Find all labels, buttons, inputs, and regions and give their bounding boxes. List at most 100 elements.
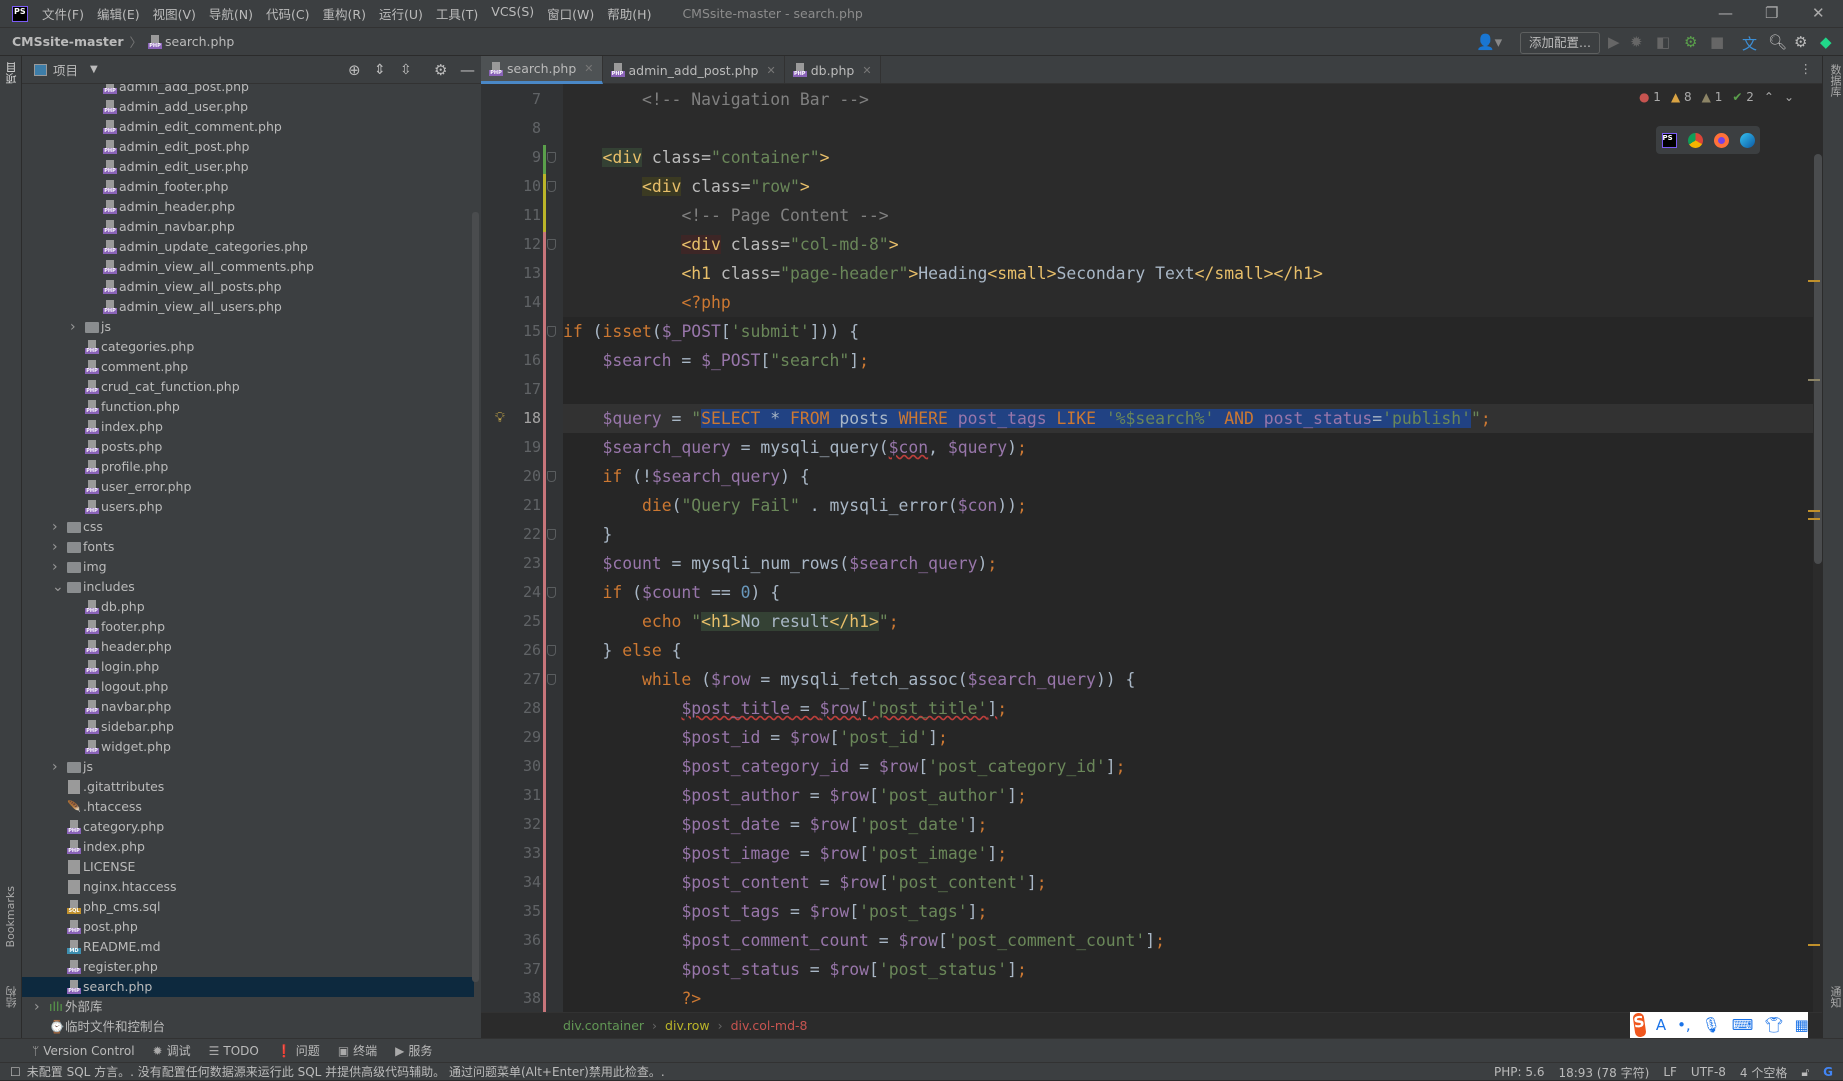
- warning-stripe-marker[interactable]: [1808, 379, 1820, 381]
- code-with-me-icon[interactable]: ◆: [1820, 33, 1832, 51]
- project-view-title[interactable]: 项目: [53, 60, 78, 79]
- tree-file[interactable]: php_cms.sql: [22, 897, 474, 917]
- tree-file[interactable]: search.php: [22, 977, 474, 997]
- tree-file[interactable]: login.php: [22, 657, 474, 677]
- tree-file[interactable]: navbar.php: [22, 697, 474, 717]
- tree-file[interactable]: admin_update_categories.php: [22, 237, 474, 257]
- fold-marker-icon[interactable]: [547, 587, 556, 598]
- tree-file[interactable]: LICENSE: [22, 857, 474, 877]
- tree-folder[interactable]: › css: [22, 517, 474, 537]
- user-account-icon[interactable]: 👤▾: [1476, 33, 1502, 51]
- status-panel-icon[interactable]: ☐: [10, 1065, 21, 1079]
- tree-folder[interactable]: › fonts: [22, 537, 474, 557]
- chevron-down-icon[interactable]: ⌄: [52, 577, 64, 597]
- tree-file[interactable]: function.php: [22, 397, 474, 417]
- minimize-button[interactable]: —: [1718, 4, 1733, 22]
- project-scrollbar[interactable]: [472, 212, 479, 982]
- tree-file[interactable]: posts.php: [22, 437, 474, 457]
- chevron-down-icon[interactable]: ▼: [90, 64, 98, 75]
- warning-stripe-marker[interactable]: [1808, 518, 1820, 520]
- close-tab-icon[interactable]: ✕: [766, 64, 775, 77]
- tree-file[interactable]: ⌚ 临时文件和控制台: [22, 1017, 474, 1037]
- tree-file[interactable]: admin_add_user.php: [22, 97, 474, 117]
- tree-file[interactable]: categories.php: [22, 337, 474, 357]
- toolwindow-button[interactable]: ▶ 服务: [395, 1042, 432, 1059]
- code-line[interactable]: $post_content = $row['post_content'];: [563, 868, 1813, 897]
- chevron-right-icon[interactable]: ›: [52, 757, 58, 777]
- indent-setting[interactable]: 4 个空格: [1740, 1064, 1787, 1081]
- firefox-icon[interactable]: [1713, 132, 1729, 148]
- breadcrumb-item[interactable]: div.container: [563, 1018, 644, 1033]
- status-message[interactable]: 未配置 SQL 方言。. 没有配置任何数据源来运行此 SQL 并提供高级代码辅助…: [27, 1063, 665, 1080]
- close-tab-icon[interactable]: ✕: [862, 64, 871, 77]
- tree-file[interactable]: profile.php: [22, 457, 474, 477]
- next-highlight-icon[interactable]: ⌄: [1784, 90, 1794, 104]
- code-line[interactable]: ?>: [563, 984, 1813, 1012]
- phpstorm-browser-icon[interactable]: PS: [1661, 132, 1677, 148]
- tree-file[interactable]: header.php: [22, 637, 474, 657]
- ime-mode[interactable]: A: [1656, 1016, 1666, 1034]
- chrome-icon[interactable]: [1687, 132, 1703, 148]
- settings-gear-icon[interactable]: ⚙: [1794, 33, 1807, 51]
- translate-icon[interactable]: 文: [1742, 33, 1757, 54]
- tree-file[interactable]: crud_cat_function.php: [22, 377, 474, 397]
- code-line[interactable]: $post_status = $row['post_status'];: [563, 955, 1813, 984]
- notifications-tool-button[interactable]: 通知: [1827, 986, 1843, 1008]
- code-editor[interactable]: 7 8 9 10 11 12 13 14 15 16 17 18 19 20 21 22 23 24 25 26 27 2…: [481, 84, 1822, 1012]
- attach-debugger-icon[interactable]: ⚙: [1684, 33, 1697, 51]
- tree-folder[interactable]: › js: [22, 757, 474, 777]
- code-line[interactable]: <?php: [563, 288, 1813, 317]
- tree-file[interactable]: admin_edit_comment.php: [22, 117, 474, 137]
- code-line[interactable]: $post_comment_count = $row['post_comment…: [563, 926, 1813, 955]
- line-separator[interactable]: LF: [1663, 1065, 1677, 1079]
- debug-icon[interactable]: ✹: [1630, 33, 1643, 51]
- vcs-change-marker[interactable]: [543, 232, 546, 1012]
- toolwindow-button[interactable]: ᛘ Version Control: [32, 1044, 135, 1058]
- tree-file[interactable]: users.php: [22, 497, 474, 517]
- tree-file[interactable]: admin_footer.php: [22, 177, 474, 197]
- code-line[interactable]: <!-- Page Content -->: [563, 201, 1813, 230]
- error-count[interactable]: ● 1: [1639, 90, 1661, 104]
- toolbox-icon[interactable]: ▦: [1794, 1016, 1808, 1034]
- run-icon[interactable]: ▶: [1608, 33, 1620, 51]
- microphone-icon[interactable]: 🎙︎: [1702, 1016, 1721, 1034]
- tree-file[interactable]: index.php: [22, 837, 474, 857]
- fold-marker-icon[interactable]: [547, 152, 556, 163]
- code-line[interactable]: if (!$search_query) {: [563, 462, 1813, 491]
- tree-file[interactable]: sidebar.php: [22, 717, 474, 737]
- fold-marker-icon[interactable]: [547, 529, 556, 540]
- code-line[interactable]: die("Query Fail" . mysqli_error($con));: [563, 491, 1813, 520]
- breadcrumb-project[interactable]: CMSsite-master: [12, 34, 124, 49]
- tree-file[interactable]: user_error.php: [22, 477, 474, 497]
- locate-file-icon[interactable]: ⊕: [348, 61, 361, 79]
- code-line[interactable]: }: [563, 520, 1813, 549]
- sogou-logo[interactable]: S: [1632, 1012, 1647, 1038]
- tree-file[interactable]: register.php: [22, 957, 474, 977]
- menu-item[interactable]: 运行(U): [379, 4, 423, 23]
- coverage-icon[interactable]: ◧: [1656, 33, 1670, 51]
- menu-item[interactable]: 工具(T): [436, 4, 478, 23]
- tree-file[interactable]: admin_edit_post.php: [22, 137, 474, 157]
- code-line[interactable]: echo "<h1>No result</h1>";: [563, 607, 1813, 636]
- tree-file[interactable]: footer.php: [22, 617, 474, 637]
- tree-file[interactable]: post.php: [22, 917, 474, 937]
- toolwindow-button[interactable]: ✹ 调试: [153, 1042, 191, 1059]
- keyboard-icon[interactable]: ⌨: [1732, 1016, 1754, 1034]
- code-line[interactable]: $search = $_POST["search"];: [563, 346, 1813, 375]
- menu-item[interactable]: 编辑(E): [97, 4, 140, 23]
- menu-item[interactable]: 视图(V): [153, 4, 196, 23]
- fold-marker-icon[interactable]: [547, 181, 556, 192]
- tree-file[interactable]: admin_header.php: [22, 197, 474, 217]
- expand-all-icon[interactable]: ⇕: [374, 62, 386, 78]
- intention-bulb-icon[interactable]: 💡︎: [495, 404, 505, 433]
- tree-file[interactable]: admin_view_all_users.php: [22, 297, 474, 317]
- project-tool-button[interactable]: 项目: [4, 62, 20, 84]
- tree-file[interactable]: logout.php: [22, 677, 474, 697]
- tree-file[interactable]: comment.php: [22, 357, 474, 377]
- warning-stripe-marker[interactable]: [1808, 510, 1820, 512]
- toolwindow-button[interactable]: ❗ 问题: [277, 1042, 320, 1059]
- warning-stripe-marker[interactable]: [1808, 280, 1820, 282]
- tree-folder[interactable]: › js: [22, 317, 474, 337]
- add-configuration-button[interactable]: 添加配置...: [1520, 32, 1600, 54]
- restore-button[interactable]: ❐: [1765, 4, 1778, 22]
